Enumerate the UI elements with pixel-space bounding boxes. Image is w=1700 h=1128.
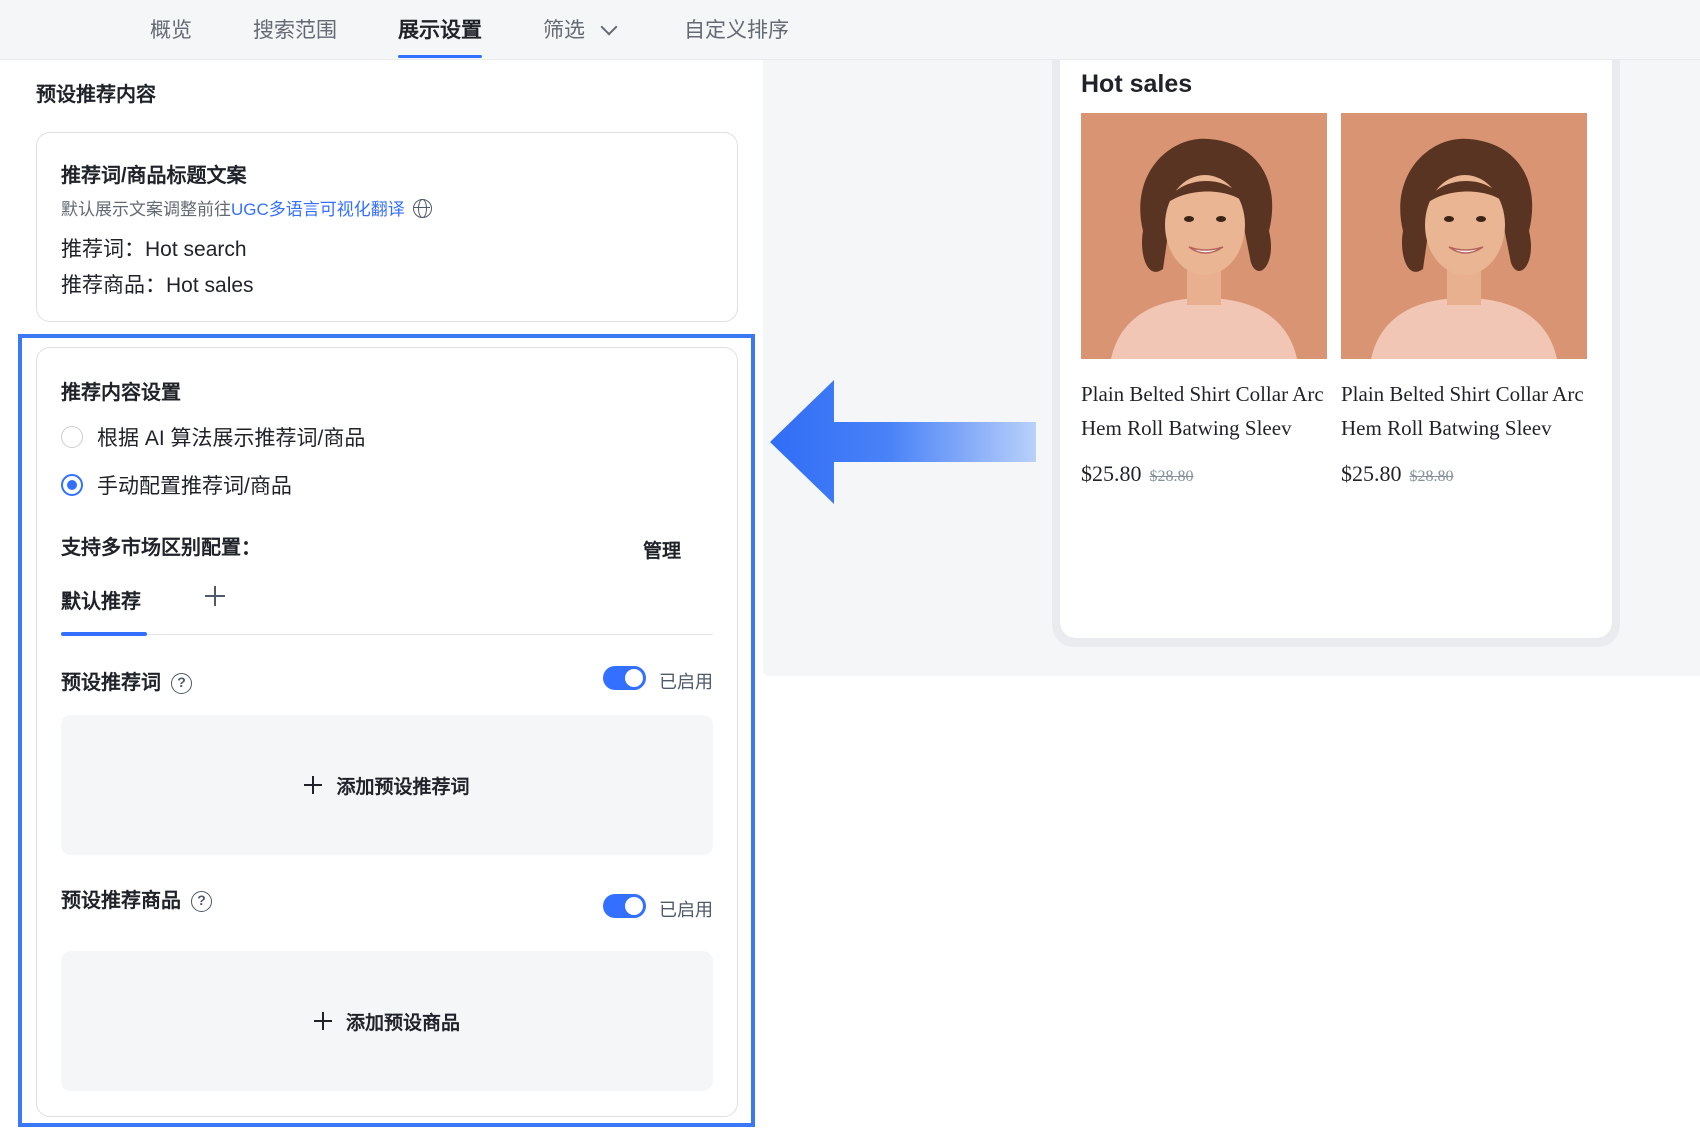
copy-card-title: 推荐词/商品标题文案: [61, 165, 247, 187]
product-price: $25.80: [1081, 461, 1142, 486]
arrow-left-icon: [770, 380, 1036, 504]
product-prices: $25.80 $28.80: [1081, 461, 1327, 487]
ugc-translation-link[interactable]: UGC多语言可视化翻译: [231, 200, 405, 219]
product-card[interactable]: Plain Belted Shirt Collar Arc Hem Roll B…: [1341, 113, 1587, 487]
chevron-down-icon: [600, 18, 618, 36]
recommend-words-line: 推荐词：Hot search: [61, 238, 247, 261]
product-old-price: $28.80: [1409, 468, 1454, 485]
globe-icon[interactable]: [412, 199, 432, 218]
product-name[interactable]: Plain Belted Shirt Collar Arc Hem Roll B…: [1341, 377, 1601, 445]
product-name[interactable]: Plain Belted Shirt Collar Arc Hem Roll B…: [1081, 377, 1341, 445]
tab-display-settings[interactable]: 展示设置: [398, 0, 482, 60]
product-image[interactable]: [1081, 113, 1327, 359]
recommend-products-line: 推荐商品：Hot sales: [61, 274, 254, 297]
product-old-price: $28.80: [1149, 468, 1194, 485]
model-photo-icon: [1341, 113, 1587, 359]
hint-prefix: 默认展示文案调整前往: [61, 200, 231, 219]
top-tab-bar: 概览 搜索范围 展示设置 筛选 自定义排序: [0, 0, 1700, 60]
tab-filter-label: 筛选: [543, 19, 585, 42]
product-card[interactable]: Plain Belted Shirt Collar Arc Hem Roll B…: [1081, 113, 1327, 487]
tab-custom-sort[interactable]: 自定义排序: [684, 0, 789, 60]
product-price: $25.80: [1341, 461, 1402, 486]
tab-overview[interactable]: 概览: [150, 0, 192, 60]
copy-card-hint: 默认展示文案调整前往UGC多语言可视化翻译: [61, 195, 432, 220]
copy-card: 推荐词/商品标题文案 默认展示文案调整前往UGC多语言可视化翻译 推荐词：Hot…: [36, 132, 738, 322]
section-title: 预设推荐内容: [36, 84, 156, 106]
model-photo-icon: [1081, 113, 1327, 359]
tab-filter[interactable]: 筛选: [543, 0, 618, 60]
product-prices: $25.80 $28.80: [1341, 461, 1587, 487]
tab-search-scope[interactable]: 搜索范围: [253, 0, 337, 60]
preview-title: Hot sales: [1081, 70, 1193, 98]
highlight-frame: [18, 334, 755, 1127]
product-image[interactable]: [1341, 113, 1587, 359]
